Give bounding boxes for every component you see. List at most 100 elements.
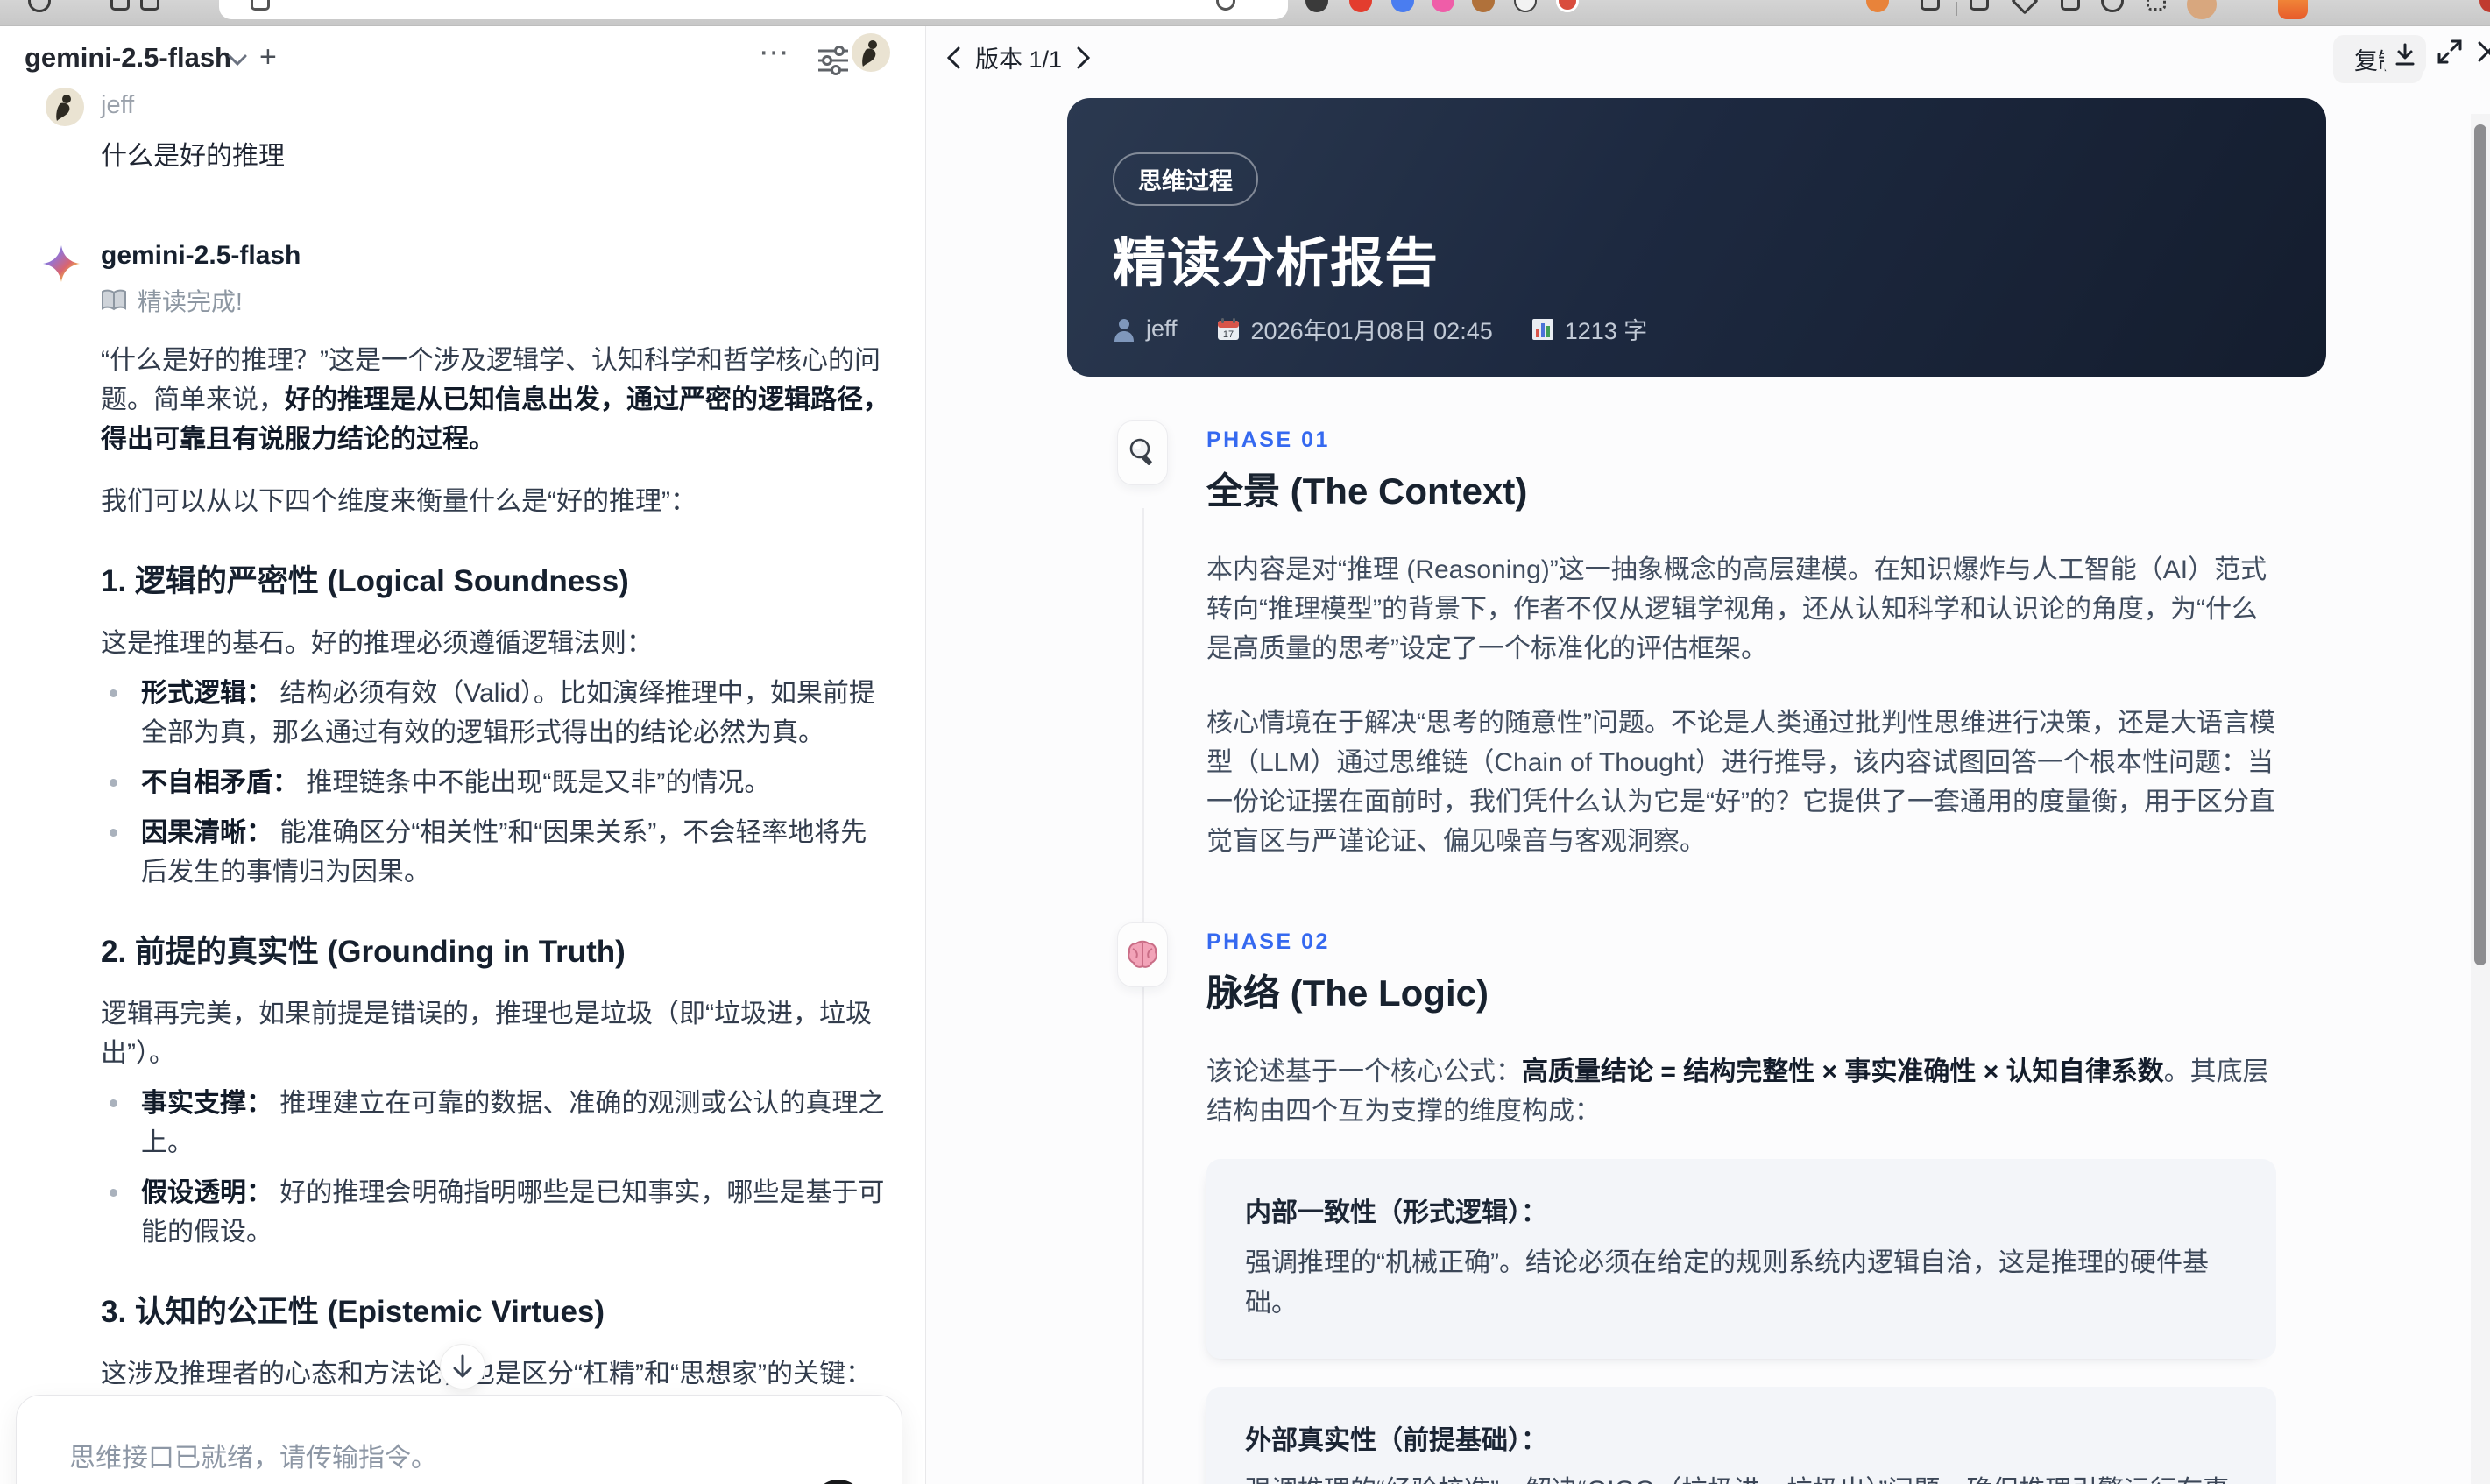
apps-grid-icon[interactable] bbox=[140, 0, 159, 11]
brain-icon bbox=[1117, 922, 1168, 987]
status-text: 精读完成! bbox=[138, 288, 243, 315]
close-panel-button[interactable] bbox=[2475, 39, 2490, 69]
window-icon[interactable] bbox=[2061, 0, 2080, 11]
profile-avatar[interactable] bbox=[2187, 0, 2217, 19]
split-view-icon[interactable] bbox=[1970, 0, 1989, 11]
author-meta: jeff bbox=[1113, 315, 1178, 343]
extension-icon[interactable] bbox=[1556, 0, 1579, 12]
scroll-to-bottom-button[interactable] bbox=[440, 1344, 485, 1389]
address-bar[interactable] bbox=[219, 0, 1288, 19]
bullet-item: 形式逻辑： 结构必须有效（Valid）。比如演绎推理中，如果前提全部为真，那么通… bbox=[101, 674, 885, 753]
bullet-item: 因果清晰： 能准确区分“相关性”和“因果关系”，不会轻率地将先后发生的事情归为因… bbox=[101, 813, 885, 892]
bullet-term: 不自相矛盾： bbox=[141, 768, 307, 797]
voice-input-button[interactable] bbox=[812, 1480, 865, 1484]
history-icon[interactable] bbox=[2101, 0, 2124, 12]
gemini-star-icon bbox=[42, 244, 81, 287]
artifact-document[interactable]: 思维过程 精读分析报告 jeff 17 2026年01月08日 02:45 12… bbox=[926, 84, 2490, 1484]
app-window: gemini-2.5-flash + ⋯ jeff 什么是好的推理 gemini… bbox=[0, 0, 2490, 1484]
hero-badge: 思维过程 bbox=[1113, 152, 1258, 206]
bullet-term: 因果清晰： bbox=[141, 818, 280, 847]
message-composer[interactable]: 思维接口已就绪，请传输指令。 bbox=[16, 1395, 902, 1484]
bullet-text: 推理链条中不能出现“既是又非”的情况。 bbox=[306, 768, 771, 797]
extension-icon[interactable] bbox=[1391, 0, 1414, 12]
person-icon bbox=[1114, 318, 1134, 342]
phase-lead: 该论述基于一个核心公式：高质量结论 = 结构完整性 × 事实准确性 × 认知自律… bbox=[1206, 1057, 2269, 1126]
logic-card-body: 强调推理的“经验校准”。解决“GIGO（垃圾进，垃圾出）”问题，确保推理引擎运行… bbox=[1245, 1471, 2238, 1484]
logic-card: 内部一致性（形式逻辑）： 强调推理的“机械正确”。结论必须在给定的规则系统内逻辑自… bbox=[1206, 1159, 2276, 1359]
expand-icon bbox=[2437, 39, 2462, 64]
arrow-down-icon bbox=[453, 1354, 472, 1378]
grid-icon[interactable] bbox=[1921, 0, 1940, 11]
composer-placeholder[interactable]: 思维接口已就绪，请传输指令。 bbox=[69, 1436, 437, 1474]
logic-card-title: 外部真实性（前提基础）： bbox=[1245, 1426, 1547, 1455]
bullet-item: 不自相矛盾： 推理链条中不能出现“既是又非”的情况。 bbox=[101, 763, 885, 802]
chevron-right-icon[interactable] bbox=[1076, 46, 1092, 70]
play-icon[interactable] bbox=[2011, 0, 2039, 15]
phase-kicker: PHASE 01 bbox=[1206, 428, 1330, 452]
new-chat-button[interactable]: + bbox=[259, 40, 277, 74]
bullet-list: 事实支撑： 推理建立在可靠的数据、准确的观测或公认的真理之上。 假设透明： 好的推… bbox=[101, 1084, 885, 1252]
more-options-button[interactable]: ⋯ bbox=[759, 35, 791, 70]
edge-icon bbox=[2479, 0, 2490, 12]
calendar-icon: 17 bbox=[1217, 317, 1239, 340]
bullet-item: 事实支撑： 推理建立在可靠的数据、准确的观测或公认的真理之上。 bbox=[101, 1084, 885, 1162]
bullet-list: 形式逻辑： 结构必须有效（Valid）。比如演绎推理中，如果前提全部为真，那么通… bbox=[101, 674, 885, 892]
extension-icon[interactable] bbox=[1305, 0, 1328, 12]
section-heading: 1. 逻辑的严密性 (Logical Soundness) bbox=[101, 564, 629, 598]
bullet-term: 假设透明： bbox=[141, 1178, 280, 1207]
date-meta: 17 2026年01月08日 02:45 bbox=[1216, 312, 1493, 346]
close-icon bbox=[2478, 41, 2490, 62]
tune-settings-icon[interactable] bbox=[817, 46, 850, 75]
download-icon bbox=[2395, 43, 2415, 66]
section-heading: 3. 认知的公正性 (Epistemic Virtues) bbox=[101, 1295, 605, 1329]
user-message-text: 什么是好的推理 bbox=[101, 142, 285, 171]
assistant-lead: 我们可以从以下四个维度来衡量什么是“好的推理”： bbox=[101, 487, 697, 516]
site-icon bbox=[251, 0, 270, 11]
section-intro: 逻辑再完美，如果前提是错误的，推理也是垃圾（即“垃圾进，垃圾出”）。 bbox=[101, 1000, 872, 1068]
user-avatar[interactable] bbox=[852, 33, 890, 72]
phase-timeline: PHASE 01 全景 (The Context) 本内容是对“推理 (Reason… bbox=[926, 420, 2490, 1484]
section-intro: 这是推理的基石。好的推理必须遵循逻辑法则： bbox=[101, 629, 653, 658]
bullet-term: 形式逻辑： bbox=[141, 679, 280, 708]
status-line: 精读完成! bbox=[101, 283, 876, 318]
download-button[interactable] bbox=[2384, 35, 2426, 75]
extension-icon[interactable] bbox=[1432, 0, 1454, 12]
phase-paragraph: 核心情境在于解决“思考的随意性”问题。不论是人类通过批判性思维进行决策，还是大语… bbox=[1206, 709, 2275, 856]
browser-toolbar bbox=[0, 0, 2490, 26]
reload-icon[interactable] bbox=[28, 0, 51, 12]
assistant-name: gemini-2.5-flash bbox=[101, 241, 301, 270]
user-avatar bbox=[46, 88, 84, 126]
artifact-panel: 版本 1/1 复制 思维过程 精读分析报告 jeff 17 2026年01月08… bbox=[926, 26, 2490, 1484]
extension-icon[interactable] bbox=[1514, 0, 1537, 12]
logic-card-title: 内部一致性（形式逻辑）： bbox=[1245, 1198, 1547, 1227]
svg-text:17: 17 bbox=[1222, 329, 1233, 340]
author-name: jeff bbox=[101, 91, 135, 119]
logic-card: 外部真实性（前提基础）： 强调推理的“经验校准”。解决“GIGO（垃圾进，垃圾出）… bbox=[1206, 1387, 2276, 1484]
chevron-down-icon[interactable] bbox=[226, 53, 249, 68]
report-hero-card: 思维过程 精读分析报告 jeff 17 2026年01月08日 02:45 12… bbox=[1067, 98, 2326, 377]
more-apps-icon[interactable] bbox=[2147, 0, 2166, 11]
chat-header: gemini-2.5-flash + ⋯ bbox=[0, 26, 925, 84]
section-intro: 这涉及推理者的心态和方法论，也是区分“杠精”和“思想家”的关键： bbox=[101, 1360, 872, 1389]
chat-scroll-area[interactable]: jeff 什么是好的推理 gemini-2.5-flash 精读完成! “什么是… bbox=[0, 84, 925, 1484]
phase-kicker: PHASE 02 bbox=[1206, 929, 1330, 954]
phase-1: PHASE 01 全景 (The Context) 本内容是对“推理 (Reason… bbox=[1117, 420, 2490, 861]
assistant-intro: “什么是好的推理？”这是一个涉及逻辑学、认知科学和哲学核心的问题。简单来说，好的… bbox=[101, 346, 889, 454]
chat-panel: gemini-2.5-flash + ⋯ jeff 什么是好的推理 gemini… bbox=[0, 26, 925, 1484]
extension-icon[interactable] bbox=[1866, 0, 1889, 12]
word-count-meta: 1213 字 bbox=[1531, 312, 1647, 346]
version-label: 版本 1/1 bbox=[975, 46, 1063, 73]
user-message: jeff 什么是好的推理 bbox=[0, 84, 925, 173]
apps-grid-icon[interactable] bbox=[110, 0, 130, 11]
bar-chart-icon bbox=[1531, 318, 1553, 340]
extension-icon[interactable] bbox=[1472, 0, 1495, 12]
chevron-left-icon[interactable] bbox=[945, 46, 961, 70]
fullscreen-button[interactable] bbox=[2435, 37, 2465, 71]
phase-2: PHASE 02 脉络 (The Logic) 该论述基于一个核心公式：高质量结论 … bbox=[1117, 922, 2490, 1484]
browser-menu-icon[interactable] bbox=[2278, 0, 2308, 19]
magnifier-icon bbox=[1117, 420, 1168, 485]
model-selector[interactable]: gemini-2.5-flash bbox=[25, 42, 231, 74]
bullet-term: 事实支撑： bbox=[141, 1089, 280, 1118]
extension-icon[interactable] bbox=[1349, 0, 1372, 12]
phase-paragraph: 本内容是对“推理 (Reasoning)”这一抽象概念的高层建模。在知识爆炸与人… bbox=[1206, 555, 2267, 663]
